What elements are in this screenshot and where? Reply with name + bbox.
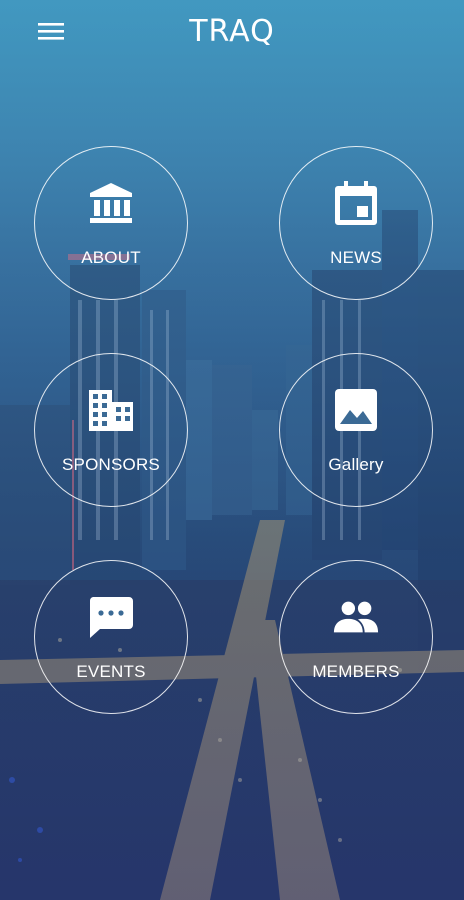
app-title: TRAQ [189, 14, 275, 49]
gallery-button[interactable]: Gallery [279, 353, 433, 507]
image-icon [332, 386, 380, 434]
members-label: MEMBERS [312, 662, 400, 681]
chat-message-icon [87, 593, 135, 641]
events-button[interactable]: EVENTS [34, 560, 188, 714]
office-building-icon [87, 386, 135, 434]
news-label: NEWS [330, 248, 382, 267]
sponsors-label: SPONSORS [62, 455, 160, 474]
app-header: TRAQ [0, 0, 464, 64]
sponsors-button[interactable]: SPONSORS [34, 353, 188, 507]
about-label: ABOUT [81, 248, 141, 267]
bank-building-icon [87, 179, 135, 227]
calendar-event-icon [332, 179, 380, 227]
members-button[interactable]: MEMBERS [279, 560, 433, 714]
about-button[interactable]: ABOUT [34, 146, 188, 300]
news-button[interactable]: NEWS [279, 146, 433, 300]
people-group-icon [332, 593, 380, 641]
events-label: EVENTS [76, 662, 146, 681]
gallery-label: Gallery [328, 455, 384, 474]
app-screen: TRAQ ABOUT NEWS SPONSORS Gallery EVENTS … [0, 0, 464, 900]
